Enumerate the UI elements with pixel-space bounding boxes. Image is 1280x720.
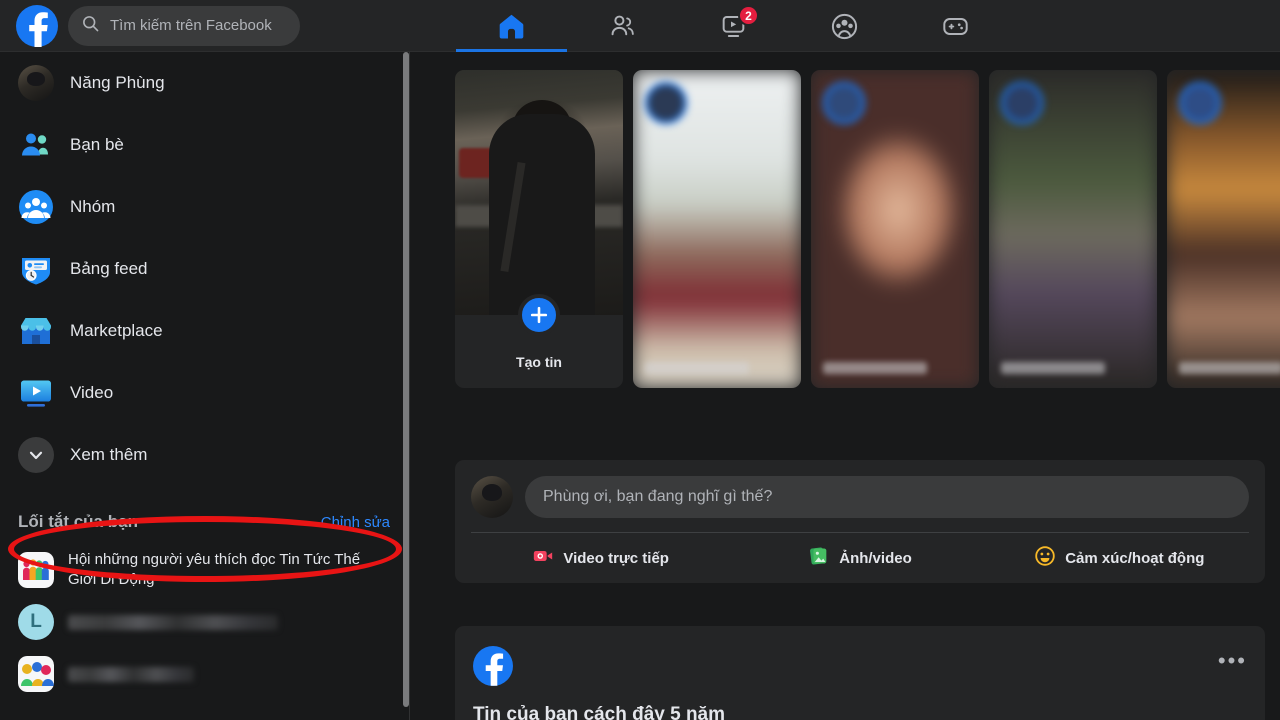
story-author-name-blurred bbox=[823, 362, 927, 374]
shortcut-item[interactable]: L bbox=[0, 596, 410, 648]
groups-icon bbox=[18, 189, 54, 225]
composer-actions: Video trực tiếp Ảnh/video Cảm xúc/hoạt đ… bbox=[471, 533, 1249, 583]
composer-user-avatar[interactable] bbox=[471, 476, 513, 518]
chevron-down-icon bbox=[18, 437, 54, 473]
top-header-bar: Tìm kiếm trên Facebook 2 bbox=[0, 0, 1280, 52]
sidebar-item-label: Video bbox=[70, 383, 113, 403]
live-video-icon bbox=[532, 545, 554, 572]
story-author-avatar bbox=[645, 82, 687, 124]
shortcut-label-blurred bbox=[68, 615, 278, 630]
stories-tray: Tạo tin bbox=[455, 70, 1280, 388]
photo-video-icon bbox=[808, 545, 830, 572]
shortcut-label-blurred bbox=[68, 667, 194, 682]
shortcut-item[interactable]: Hội những người yêu thích đọc Tin Tức Th… bbox=[0, 544, 410, 596]
header-nav-tabs: 2 bbox=[456, 0, 1011, 52]
memories-post-title: Tin của bạn cách đây 5 năm bbox=[473, 704, 1247, 720]
feeds-icon bbox=[18, 251, 54, 287]
composer-action-label: Ảnh/video bbox=[839, 550, 912, 567]
left-sidebar: Năng Phùng Bạn bè Nhóm bbox=[0, 52, 410, 720]
memories-post-card: ••• Tin của bạn cách đây 5 năm Hãy ôn lạ… bbox=[455, 626, 1265, 720]
create-story-thumbnail bbox=[455, 70, 623, 315]
story-card[interactable] bbox=[633, 70, 801, 388]
memories-post-header: ••• bbox=[473, 646, 1247, 686]
facebook-logo-icon[interactable] bbox=[16, 5, 58, 47]
active-tab-underline bbox=[456, 49, 567, 52]
story-card[interactable] bbox=[811, 70, 979, 388]
story-card[interactable] bbox=[1167, 70, 1280, 388]
sidebar-item-video[interactable]: Video bbox=[0, 362, 410, 424]
friends-icon bbox=[18, 127, 54, 163]
video-icon bbox=[18, 375, 54, 411]
search-icon bbox=[82, 15, 99, 37]
search-placeholder: Tìm kiếm trên Facebook bbox=[110, 17, 272, 34]
sidebar-scrollbar[interactable] bbox=[403, 52, 409, 707]
story-author-avatar bbox=[1179, 82, 1221, 124]
composer-action-feeling-activity[interactable]: Cảm xúc/hoạt động bbox=[990, 533, 1249, 583]
composer-status-input[interactable]: Phùng ơi, bạn đang nghĩ gì thế? bbox=[525, 476, 1249, 518]
story-author-name-blurred bbox=[645, 362, 749, 374]
sidebar-item-label: Năng Phùng bbox=[70, 73, 165, 93]
sidebar-item-feeds[interactable]: Bảng feed bbox=[0, 238, 410, 300]
user-avatar bbox=[18, 65, 54, 101]
sidebar-item-marketplace[interactable]: Marketplace bbox=[0, 300, 410, 362]
header-left-group: Tìm kiếm trên Facebook bbox=[0, 5, 300, 47]
marketplace-icon bbox=[18, 313, 54, 349]
search-input[interactable]: Tìm kiếm trên Facebook bbox=[68, 6, 300, 46]
emoji-smiley-icon bbox=[1034, 545, 1056, 572]
create-story-label: Tạo tin bbox=[455, 354, 623, 370]
composer-placeholder: Phùng ơi, bạn đang nghĩ gì thế? bbox=[543, 488, 772, 506]
sidebar-item-label: Nhóm bbox=[70, 197, 115, 217]
sidebar-item-groups[interactable]: Nhóm bbox=[0, 176, 410, 238]
composer-action-label: Cảm xúc/hoạt động bbox=[1065, 550, 1204, 567]
story-author-name-blurred bbox=[1001, 362, 1105, 374]
composer-action-live-video[interactable]: Video trực tiếp bbox=[471, 533, 730, 583]
sidebar-item-see-more[interactable]: Xem thêm bbox=[0, 424, 410, 486]
sidebar-item-label: Xem thêm bbox=[70, 445, 147, 465]
composer-action-photo-video[interactable]: Ảnh/video bbox=[730, 533, 989, 583]
sidebar-item-label: Bạn bè bbox=[70, 135, 124, 155]
create-story-card[interactable]: Tạo tin bbox=[455, 70, 623, 388]
story-author-avatar bbox=[1001, 82, 1043, 124]
story-card[interactable] bbox=[989, 70, 1157, 388]
composer-top-row: Phùng ơi, bạn đang nghĩ gì thế? bbox=[471, 476, 1249, 518]
nav-tab-home[interactable] bbox=[456, 0, 567, 52]
main-feed: Tạo tin Phùng ơi, bạn đang nghĩ g bbox=[410, 52, 1280, 720]
nav-tab-watch[interactable]: 2 bbox=[678, 0, 789, 52]
plus-icon[interactable] bbox=[518, 294, 560, 336]
composer-action-label: Video trực tiếp bbox=[563, 550, 669, 567]
more-options-icon[interactable]: ••• bbox=[1218, 646, 1247, 668]
post-composer: Phùng ơi, bạn đang nghĩ gì thế? Video tr… bbox=[455, 460, 1265, 583]
facebook-logo-icon bbox=[473, 646, 513, 686]
shortcuts-title: Lối tắt của bạn bbox=[18, 512, 138, 532]
sidebar-item-profile[interactable]: Năng Phùng bbox=[0, 52, 410, 114]
story-author-name-blurred bbox=[1179, 362, 1280, 374]
shortcut-item[interactable] bbox=[0, 648, 410, 700]
shortcuts-edit-button[interactable]: Chỉnh sửa bbox=[321, 514, 390, 531]
group-rainbow-icon bbox=[18, 552, 54, 588]
nav-tab-groups[interactable] bbox=[789, 0, 900, 52]
avatar-letter-icon: L bbox=[18, 604, 54, 640]
shortcuts-section-header: Lối tắt của bạn Chỉnh sửa bbox=[0, 500, 410, 544]
story-author-avatar bbox=[823, 82, 865, 124]
shortcut-label: Hội những người yêu thích đọc Tin Tức Th… bbox=[68, 550, 368, 590]
nav-tab-friends[interactable] bbox=[567, 0, 678, 52]
nav-tab-gaming[interactable] bbox=[900, 0, 1011, 52]
sidebar-item-label: Bảng feed bbox=[70, 259, 148, 279]
sidebar-item-friends[interactable]: Bạn bè bbox=[0, 114, 410, 176]
sidebar-item-label: Marketplace bbox=[70, 321, 163, 341]
watch-notification-badge: 2 bbox=[738, 5, 759, 26]
group-colorful-icon bbox=[18, 656, 54, 692]
